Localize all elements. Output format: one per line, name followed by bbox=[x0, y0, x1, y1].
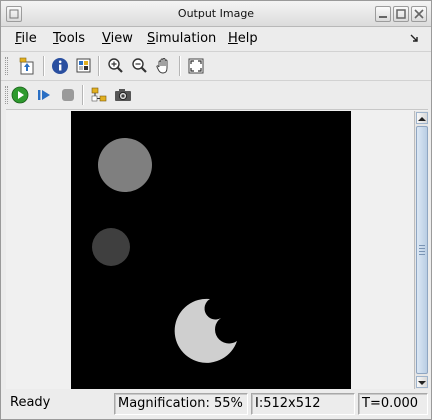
toolbar-separator bbox=[43, 56, 45, 76]
window-title: Output Image bbox=[177, 7, 255, 20]
scroll-up-button[interactable] bbox=[416, 112, 428, 124]
gray-circle-large bbox=[98, 138, 152, 192]
scrollbar-thumb[interactable] bbox=[416, 126, 428, 374]
menu-help[interactable]: Help bbox=[228, 31, 258, 46]
toolbar-separator bbox=[98, 56, 100, 76]
status-time: T=0.000 bbox=[358, 393, 428, 415]
snapshot-button[interactable] bbox=[112, 84, 134, 106]
highlight-model-button[interactable] bbox=[88, 84, 110, 106]
image-toolbar bbox=[1, 51, 431, 79]
dock-arrow-icon[interactable] bbox=[409, 33, 419, 43]
scroll-down-button[interactable] bbox=[416, 376, 428, 388]
zoom-in-icon bbox=[108, 58, 123, 73]
menu-simulation[interactable]: Simulation bbox=[147, 31, 216, 46]
snapshot-camera-icon bbox=[115, 89, 131, 101]
status-state: Ready bbox=[10, 395, 51, 410]
export-to-workspace-icon bbox=[19, 57, 34, 75]
minimize-icon bbox=[379, 16, 387, 18]
step-forward-button[interactable] bbox=[33, 84, 55, 106]
toolbar-grip[interactable] bbox=[5, 86, 8, 104]
title-bar: Output Image bbox=[1, 1, 431, 27]
image-viewport bbox=[6, 109, 428, 389]
export-button[interactable] bbox=[16, 55, 38, 77]
step-forward-icon bbox=[38, 90, 50, 100]
maximize-button[interactable] bbox=[393, 6, 409, 22]
toolbar-grip[interactable] bbox=[5, 57, 8, 75]
close-icon bbox=[414, 9, 424, 19]
close-button[interactable] bbox=[411, 6, 427, 22]
pixel-region-button[interactable] bbox=[73, 55, 95, 77]
zoom-out-button[interactable] bbox=[129, 55, 151, 77]
menu-bar: File Tools View Simulation Help bbox=[1, 28, 431, 50]
arrow-down-icon bbox=[418, 381, 426, 385]
output-image-window: Output Image File Tools View Simulation … bbox=[0, 0, 432, 420]
output-image-canvas[interactable] bbox=[71, 111, 351, 389]
pan-button[interactable] bbox=[153, 55, 175, 77]
zoom-out-icon bbox=[132, 58, 147, 73]
zoom-in-button[interactable] bbox=[105, 55, 127, 77]
pixel-region-icon bbox=[76, 58, 91, 73]
fit-to-window-icon bbox=[188, 58, 204, 74]
maximize-icon bbox=[396, 9, 406, 19]
status-bar: Ready Magnification: 55% I:512x512 T=0.0… bbox=[1, 391, 431, 419]
play-icon bbox=[11, 86, 29, 104]
toolbar-separator bbox=[82, 85, 84, 105]
output-image bbox=[71, 111, 351, 389]
status-image-size: I:512x512 bbox=[251, 393, 355, 415]
status-magnification: Magnification: 55% bbox=[114, 393, 248, 415]
info-icon bbox=[52, 58, 68, 74]
highlight-model-icon bbox=[91, 87, 107, 102]
minimize-button[interactable] bbox=[375, 6, 391, 22]
menu-file[interactable]: File bbox=[15, 31, 37, 46]
stop-icon bbox=[62, 89, 74, 101]
toolbar-separator bbox=[179, 56, 181, 76]
simulation-toolbar bbox=[1, 80, 431, 108]
dark-circle-small bbox=[92, 228, 130, 266]
stop-simulation-button[interactable] bbox=[57, 84, 79, 106]
scrollbar-grip bbox=[419, 245, 425, 257]
pan-hand-icon bbox=[156, 58, 168, 74]
vertical-scrollbar[interactable] bbox=[414, 111, 428, 389]
menu-tools[interactable]: Tools bbox=[53, 31, 85, 46]
info-button[interactable] bbox=[49, 55, 71, 77]
menu-view[interactable]: View bbox=[102, 31, 133, 46]
arrow-up-icon bbox=[418, 117, 426, 121]
fit-to-window-button[interactable] bbox=[185, 55, 207, 77]
start-simulation-button[interactable] bbox=[9, 84, 31, 106]
